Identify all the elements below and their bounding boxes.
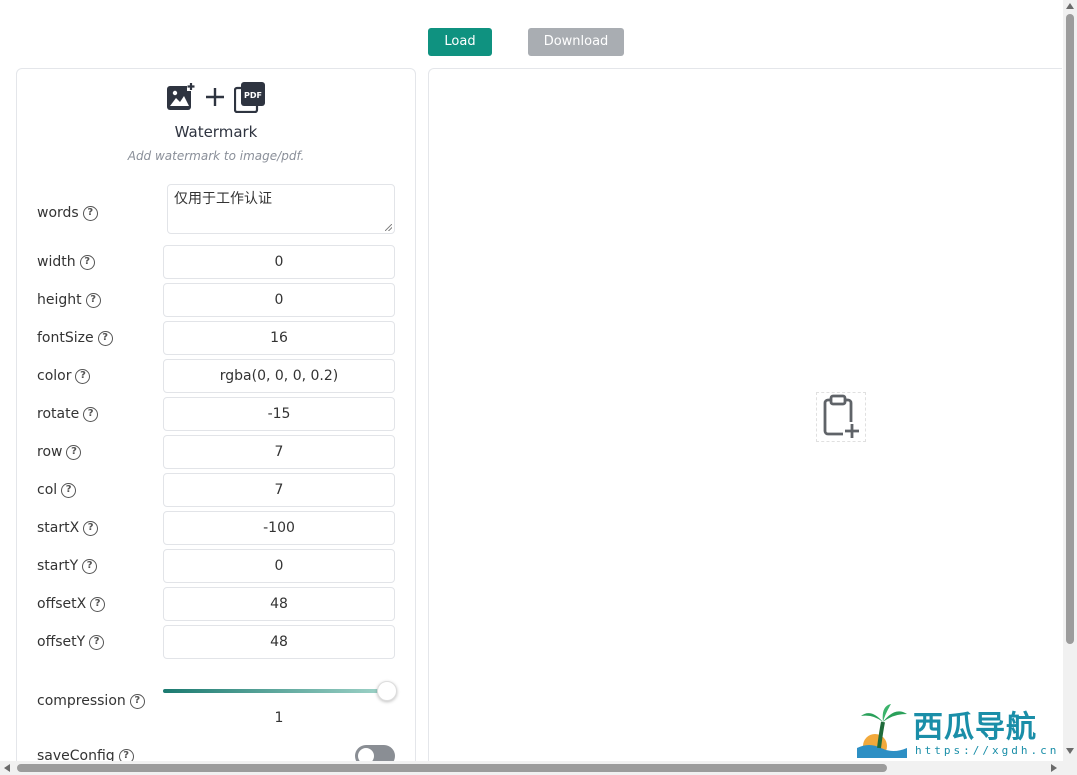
field-label: col? — [37, 473, 77, 507]
field-label-text: offsetX — [37, 596, 87, 612]
help-icon[interactable]: ? — [82, 558, 98, 574]
help-icon[interactable]: ? — [82, 205, 98, 221]
field-label: startY? — [37, 549, 98, 583]
field-row: width? 0 — [17, 245, 415, 279]
field-label-text: startY — [37, 558, 79, 574]
load-button[interactable]: Load — [428, 28, 492, 56]
field-input[interactable]: 0 — [163, 283, 395, 317]
palm-island-logo-icon — [857, 704, 907, 758]
field-label-text: offsetY — [37, 634, 86, 650]
clipboard-plus-icon — [823, 394, 861, 438]
field-label-text: row — [37, 444, 63, 460]
field-row: offsetX? 48 — [17, 587, 415, 621]
field-label-text: words — [37, 205, 79, 221]
field-input[interactable]: -15 — [163, 397, 395, 431]
vertical-scrollbar[interactable] — [1063, 0, 1077, 775]
field-row: height? 0 — [17, 283, 415, 317]
site-watermark: 西瓜导航 https://xgdh.cn — [855, 700, 1060, 760]
resize-handle-icon[interactable] — [385, 224, 392, 231]
field-input[interactable]: -100 — [163, 511, 395, 545]
field-label: color? — [37, 359, 91, 393]
scroll-up-arrow-icon[interactable] — [1066, 3, 1074, 9]
scroll-down-arrow-icon[interactable] — [1066, 748, 1074, 754]
field-label: width? — [37, 245, 95, 279]
settings-panel: PDF Watermark Add watermark to image/pdf… — [16, 68, 416, 768]
field-input[interactable]: 0 — [163, 549, 395, 583]
compression-slider-thumb[interactable] — [377, 681, 397, 701]
field-label: rotate? — [37, 397, 99, 431]
field-label-text: height — [37, 292, 82, 308]
field-label-text: color — [37, 368, 72, 384]
field-label-text: rotate — [37, 406, 80, 422]
field-row: col? 7 — [17, 473, 415, 507]
field-input[interactable]: 0 — [163, 245, 395, 279]
help-icon[interactable]: ? — [61, 482, 77, 498]
field-label: words ? — [37, 196, 98, 230]
field-row: startY? 0 — [17, 549, 415, 583]
preview-area[interactable] — [428, 68, 1062, 768]
help-icon[interactable]: ? — [97, 330, 113, 346]
plus-icon — [206, 88, 224, 106]
paste-target[interactable] — [816, 392, 866, 442]
help-icon[interactable]: ? — [129, 693, 145, 709]
words-textarea[interactable]: 仅用于工作认证 — [167, 184, 395, 234]
words-value: 仅用于工作认证 — [174, 191, 272, 207]
vertical-scroll-thumb[interactable] — [1066, 14, 1074, 644]
compression-slider[interactable] — [163, 689, 385, 693]
scroll-right-arrow-icon[interactable] — [1051, 764, 1057, 772]
field-row: startX? -100 — [17, 511, 415, 545]
field-label-text: col — [37, 482, 58, 498]
help-icon[interactable]: ? — [75, 368, 91, 384]
field-input[interactable]: 48 — [163, 587, 395, 621]
field-input[interactable]: rgba(0, 0, 0, 0.2) — [163, 359, 395, 393]
panel-subtitle: Add watermark to image/pdf. — [127, 149, 305, 163]
field-label: row? — [37, 435, 82, 469]
help-icon[interactable]: ? — [89, 634, 105, 650]
watermark-url: https://xgdh.cn — [915, 744, 1060, 757]
field-input[interactable]: 7 — [163, 435, 395, 469]
field-input[interactable]: 16 — [163, 321, 395, 355]
header-icons: PDF — [17, 81, 415, 113]
field-label-text: width — [37, 254, 76, 270]
download-button[interactable]: Download — [528, 28, 624, 56]
help-icon[interactable]: ? — [83, 520, 99, 536]
watermark-text: 西瓜导航 — [913, 710, 1037, 745]
field-label-text: fontSize — [37, 330, 94, 346]
field-row: fontSize? 16 — [17, 321, 415, 355]
image-add-icon — [167, 82, 196, 110]
field-row: offsetY? 48 — [17, 625, 415, 659]
horizontal-scrollbar[interactable] — [0, 761, 1063, 775]
field-row: color? rgba(0, 0, 0, 0.2) — [17, 359, 415, 393]
field-label: compression ? — [37, 684, 145, 718]
help-icon[interactable]: ? — [85, 292, 101, 308]
field-label: startX? — [37, 511, 99, 545]
panel-title: Watermark — [174, 123, 258, 141]
field-label-text: compression — [37, 693, 126, 709]
compression-value: 1 — [274, 710, 284, 726]
field-input[interactable]: 48 — [163, 625, 395, 659]
svg-text:PDF: PDF — [244, 91, 262, 100]
field-label: offsetX? — [37, 587, 106, 621]
field-row: row? 7 — [17, 435, 415, 469]
horizontal-scroll-thumb[interactable] — [17, 764, 887, 772]
field-label: height? — [37, 283, 101, 317]
scroll-left-arrow-icon[interactable] — [4, 764, 10, 772]
pdf-icon: PDF — [234, 82, 265, 113]
field-row: rotate? -15 — [17, 397, 415, 431]
field-label: offsetY? — [37, 625, 105, 659]
field-label: fontSize? — [37, 321, 113, 355]
field-label-text: startX — [37, 520, 80, 536]
help-icon[interactable]: ? — [66, 444, 82, 460]
help-icon[interactable]: ? — [90, 596, 106, 612]
help-icon[interactable]: ? — [83, 406, 99, 422]
help-icon[interactable]: ? — [79, 254, 95, 270]
field-input[interactable]: 7 — [163, 473, 395, 507]
